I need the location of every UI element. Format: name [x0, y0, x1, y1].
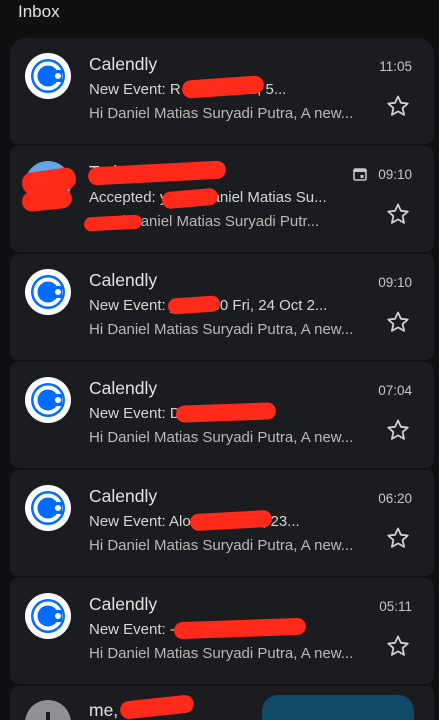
- calendly-logo-icon: [25, 377, 71, 423]
- email-subject: New Event: y - 10:30 Fri, 24 Oct 2...: [89, 297, 328, 314]
- calendar-icon: [353, 168, 367, 181]
- star-icon[interactable]: [386, 418, 410, 442]
- email-row[interactable]: Calendly New Event: y - 10:30 Fri, 24 Oc…: [10, 254, 434, 360]
- inbox-title: Inbox: [18, 2, 60, 21]
- email-sender: Calendly: [89, 378, 158, 398]
- email-row[interactable]: Today Gyabaan Accepted: y and Daniel Mat…: [10, 146, 434, 252]
- email-sender: Calendly: [89, 594, 158, 614]
- email-sender: Calendly: [89, 486, 158, 506]
- calendly-logo-icon: [25, 485, 71, 531]
- calendly-logo-icon: [25, 593, 71, 639]
- email-time: 11:05: [379, 59, 412, 74]
- email-time: 09:10: [378, 167, 412, 182]
- redaction-mark: [119, 694, 195, 720]
- email-time: 06:20: [378, 491, 412, 506]
- email-snippet: Hi Daniel Matias Suryadi Putra, A new...: [89, 537, 354, 554]
- star-icon[interactable]: [386, 94, 410, 118]
- compose-button[interactable]: [262, 695, 414, 720]
- email-row[interactable]: Calendly New Event: R 13:00 Wed, 5... Hi…: [10, 38, 434, 144]
- contact-avatar-icon: [25, 700, 71, 720]
- email-snippet: Hi Daniel Matias Suryadi Putra, A new...: [89, 321, 354, 338]
- email-sender: Calendly: [89, 54, 158, 74]
- calendly-logo-icon: [25, 269, 71, 315]
- email-snippet: Hi Daniel Matias Suryadi Putra, A new...: [89, 645, 354, 662]
- email-subject: Accepted: y and Daniel Matias Su...: [89, 189, 327, 206]
- star-icon[interactable]: [386, 310, 410, 334]
- email-sender: Calendly: [89, 270, 158, 290]
- email-row[interactable]: Calendly New Event: - 16:30... Hi Daniel…: [10, 578, 434, 684]
- email-row[interactable]: Calendly New Event: D - 14:00 Fri,... Hi…: [10, 362, 434, 468]
- calendly-logo-icon: [25, 53, 71, 99]
- email-list: Calendly New Event: R 13:00 Wed, 5... Hi…: [10, 38, 434, 720]
- star-icon[interactable]: [386, 202, 410, 226]
- star-icon[interactable]: [386, 526, 410, 550]
- email-row[interactable]: Calendly New Event: Alo 15:30 Thu, 23...…: [10, 470, 434, 576]
- email-time: 05:11: [379, 599, 412, 614]
- redaction-mark: [21, 187, 73, 213]
- email-time: 07:04: [378, 383, 412, 398]
- redaction-mark: [175, 402, 277, 423]
- email-snippet: Hi Daniel Matias Suryadi Putra, A new...: [89, 105, 354, 122]
- email-snippet: Hi Daniel Matias Suryadi Putra, A new...: [89, 429, 354, 446]
- redaction-mark: [161, 187, 219, 210]
- star-icon[interactable]: [386, 634, 410, 658]
- email-time: 09:10: [378, 275, 412, 290]
